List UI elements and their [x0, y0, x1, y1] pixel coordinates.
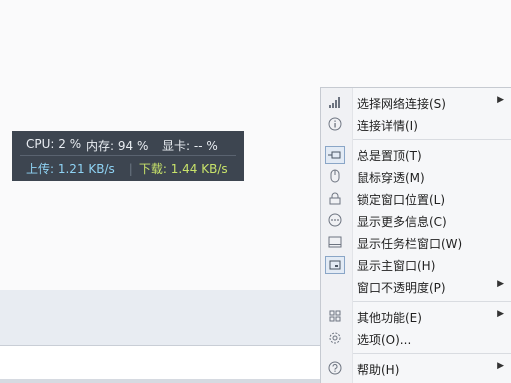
menu-item-show-main-window[interactable]: 显示主窗口(H) — [321, 253, 511, 275]
gear-icon — [327, 330, 343, 346]
gpu-usage: 显卡: -- % — [162, 139, 218, 153]
menu-item-mouse-passthrough[interactable]: 鼠标穿透(M) — [321, 165, 511, 187]
menu-item-select-network[interactable]: 选择网络连接(S) ▶ — [321, 91, 511, 113]
grid-icon — [327, 308, 343, 324]
menu-item-show-taskbar-window[interactable]: 显示任务栏窗口(W) — [321, 231, 511, 253]
menu-item-label: 显示任务栏窗口(W) — [357, 237, 463, 251]
menu-item-label: 总是置顶(T) — [357, 149, 422, 163]
submenu-arrow-icon: ▶ — [497, 309, 504, 319]
taskbar-window-icon — [327, 234, 343, 250]
menu-item-options[interactable]: 选项(O)... — [321, 327, 511, 349]
cpu-usage: CPU: 2 % — [26, 137, 82, 151]
memory-usage: 内存: 94 % — [86, 139, 149, 153]
help-icon — [327, 360, 343, 376]
context-menu: 选择网络连接(S) ▶ 连接详情(I) 总是置顶(T) 鼠标穿透(M) 锁定窗口… — [320, 87, 511, 383]
menu-item-label: 窗口不透明度(P) — [357, 281, 446, 295]
pin-icon — [325, 146, 345, 164]
menu-item-connection-details[interactable]: 连接详情(I) — [321, 113, 511, 135]
menu-item-label: 其他功能(E) — [357, 311, 422, 325]
mouse-icon — [327, 168, 343, 184]
menu-separator — [353, 353, 511, 354]
lock-icon — [327, 190, 343, 206]
speed-divider: | — [128, 162, 133, 176]
network-monitor-widget[interactable]: CPU: 2 % 内存: 94 % 显卡: -- % 上传: 1.21 KB/s… — [12, 131, 244, 181]
usage-row: CPU: 2 % 内存: 94 % 显卡: -- % — [26, 137, 242, 153]
menu-item-label: 选择网络连接(S) — [357, 97, 446, 111]
menu-item-lock-position[interactable]: 锁定窗口位置(L) — [321, 187, 511, 209]
menu-item-label: 显示更多信息(C) — [357, 215, 447, 229]
menu-item-help[interactable]: 帮助(H) ▶ — [321, 357, 511, 379]
main-window-icon — [325, 256, 345, 274]
menu-separator — [353, 301, 511, 302]
menu-item-label: 显示主窗口(H) — [357, 259, 436, 273]
submenu-arrow-icon: ▶ — [497, 279, 504, 289]
submenu-arrow-icon: ▶ — [497, 361, 504, 371]
menu-item-label: 选项(O)... — [357, 333, 412, 347]
menu-item-label: 连接详情(I) — [357, 119, 418, 133]
menu-item-other-functions[interactable]: 其他功能(E) ▶ — [321, 305, 511, 327]
info-icon — [327, 116, 343, 132]
more-dots-icon — [327, 212, 343, 228]
menu-item-label: 鼠标穿透(M) — [357, 171, 425, 185]
signal-bars-icon — [327, 94, 343, 110]
menu-item-label: 帮助(H) — [357, 363, 400, 377]
menu-item-show-more-info[interactable]: 显示更多信息(C) — [321, 209, 511, 231]
menu-item-window-opacity[interactable]: 窗口不透明度(P) ▶ — [321, 275, 511, 297]
menu-separator — [353, 139, 511, 140]
upload-speed: 上传: 1.21 KB/s — [26, 162, 115, 176]
download-speed: 下载: 1.44 KB/s — [138, 162, 228, 176]
divider — [20, 155, 236, 156]
submenu-arrow-icon: ▶ — [497, 95, 504, 105]
speed-row: 上传: 1.21 KB/s | 下载: 1.44 KB/s — [26, 160, 228, 176]
menu-item-always-on-top[interactable]: 总是置顶(T) — [321, 143, 511, 165]
menu-item-label: 锁定窗口位置(L) — [357, 193, 446, 207]
